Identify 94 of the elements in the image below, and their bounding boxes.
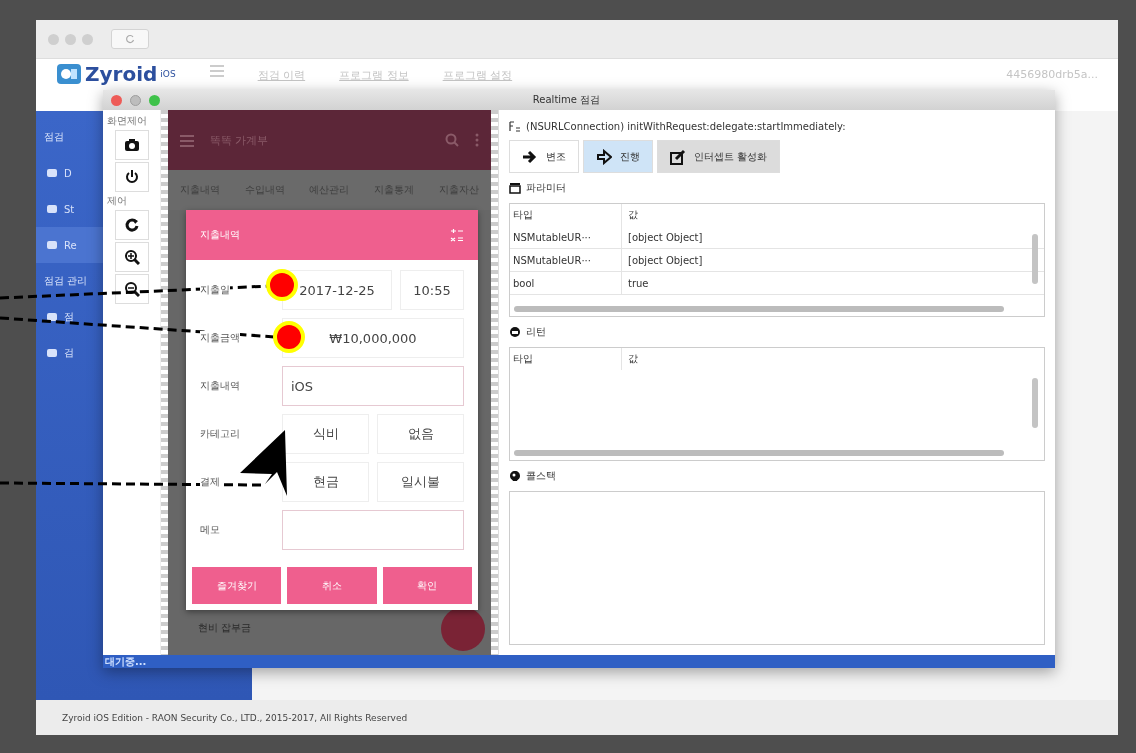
sidebar-item[interactable]: 점검	[36, 119, 103, 155]
logo-icon	[56, 63, 82, 85]
option-button[interactable]: 식비	[282, 414, 369, 454]
badge-icon	[509, 326, 521, 338]
table-cell-text: true	[627, 277, 649, 289]
item-icon	[46, 167, 58, 179]
pointer-arrow-icon	[240, 430, 287, 496]
action-button[interactable]: 진행	[583, 140, 653, 173]
status-text: 대기중...	[103, 655, 1055, 668]
dialog-button[interactable]: 즐겨찾기	[192, 567, 282, 604]
field-label: 결제	[200, 475, 220, 489]
logo-suffix: iOS	[160, 69, 176, 79]
table-cell-text: [object Object]	[627, 231, 703, 243]
item-icon	[46, 239, 58, 251]
column-header: 값	[627, 208, 638, 222]
action-button[interactable]: 인터셉트 활성화	[657, 140, 781, 173]
zoom-in-icon	[123, 249, 140, 265]
dialog-button[interactable]: 확인	[382, 567, 472, 604]
marker-dot	[273, 321, 305, 353]
field-label: 메모	[200, 523, 220, 537]
scrollbar[interactable]	[1032, 234, 1038, 284]
group-label: 화면제어	[107, 114, 147, 128]
zoom-out-icon	[123, 281, 140, 297]
sidebar-item[interactable]: St	[36, 191, 103, 227]
option-button[interactable]: 10:55	[400, 270, 464, 310]
bulb-icon	[509, 470, 521, 482]
sidebar-item[interactable]: D	[36, 155, 103, 191]
sidebar-item[interactable]: 점검 관리	[36, 263, 103, 299]
sidebar-item[interactable]: Re	[36, 227, 103, 263]
amount-field[interactable]: ₩10,000,000	[282, 318, 464, 358]
option-button[interactable]: 현금	[282, 462, 369, 502]
footer-text: Zyroid iOS Edition - RAON Security Co., LTD., 2015-2017, All Rights Reserved	[36, 700, 1118, 735]
item-icon	[46, 347, 58, 359]
window-control-dot[interactable]	[82, 33, 93, 45]
calculator-icon	[450, 228, 464, 242]
table-cell: NSMutableUR···	[510, 226, 622, 248]
power-icon	[123, 169, 140, 185]
column-header: 타입	[510, 204, 622, 226]
menu-icon	[209, 63, 224, 77]
logo-text: Zyroid	[85, 63, 158, 85]
edit-icon	[670, 148, 686, 165]
zoom-out-button[interactable]	[114, 274, 149, 304]
input-field[interactable]	[282, 510, 464, 550]
box-icon	[509, 182, 521, 194]
section-title: 리턴	[526, 325, 546, 339]
window-control-dot[interactable]	[48, 33, 59, 45]
sidebar-item[interactable]: 점	[36, 299, 103, 335]
column-header: 타입	[510, 348, 622, 370]
arrow-icon	[596, 148, 612, 165]
close-button[interactable]	[111, 94, 122, 106]
action-button[interactable]: 변조	[509, 140, 579, 173]
refresh-icon	[123, 217, 140, 233]
option-button[interactable]: 2017-12-25	[282, 270, 392, 310]
scrollbar[interactable]	[1032, 378, 1038, 428]
add-button[interactable]	[441, 607, 485, 651]
input-field[interactable]: iOS	[282, 366, 464, 406]
search-icon	[445, 133, 459, 147]
section-title: 파라미터	[526, 181, 566, 195]
more-icon	[475, 133, 479, 147]
maximize-button[interactable]	[149, 94, 160, 106]
scrollbar[interactable]	[514, 450, 1004, 456]
scrollbar[interactable]	[514, 306, 1004, 312]
reload-icon	[125, 34, 135, 44]
group-label: 제어	[107, 194, 127, 208]
item-icon	[46, 203, 58, 215]
sidebar-item[interactable]: 검	[36, 335, 103, 371]
menu-icon	[180, 133, 194, 147]
dialog-title: 지출내역	[200, 228, 240, 242]
item-icon	[46, 311, 58, 323]
field-label: 지출금액	[200, 331, 240, 345]
field-label: 카테고리	[200, 427, 240, 441]
option-button[interactable]: 일시불	[377, 462, 464, 502]
minimize-button[interactable]	[130, 94, 141, 106]
option-button[interactable]: 없음	[377, 414, 464, 454]
dialog-button[interactable]: 취소	[287, 567, 377, 604]
table-cell: NSMutableUR···	[510, 249, 622, 271]
zoom-in-button[interactable]	[114, 242, 149, 272]
column-header: 값	[627, 352, 638, 366]
camera-button[interactable]	[114, 130, 149, 160]
field-label: 지출내역	[200, 379, 240, 393]
power-button[interactable]	[114, 162, 149, 192]
table-cell: bool	[510, 272, 622, 294]
function-icon	[509, 120, 521, 132]
table-cell-text: [object Object]	[627, 254, 703, 266]
arrow-icon	[522, 148, 538, 165]
marker-dot	[266, 269, 298, 301]
window-title: Realtime 점검	[531, 93, 602, 107]
method-signature: (NSURLConnection) initWithRequest:delegate:startImmediately:	[526, 120, 846, 132]
camera-icon	[123, 137, 140, 153]
reload-button[interactable]	[111, 29, 149, 49]
section-title: 콜스택	[526, 469, 556, 483]
field-label: 지출일	[200, 283, 230, 297]
refresh-button[interactable]	[114, 210, 149, 240]
window-control-dot[interactable]	[65, 33, 76, 45]
